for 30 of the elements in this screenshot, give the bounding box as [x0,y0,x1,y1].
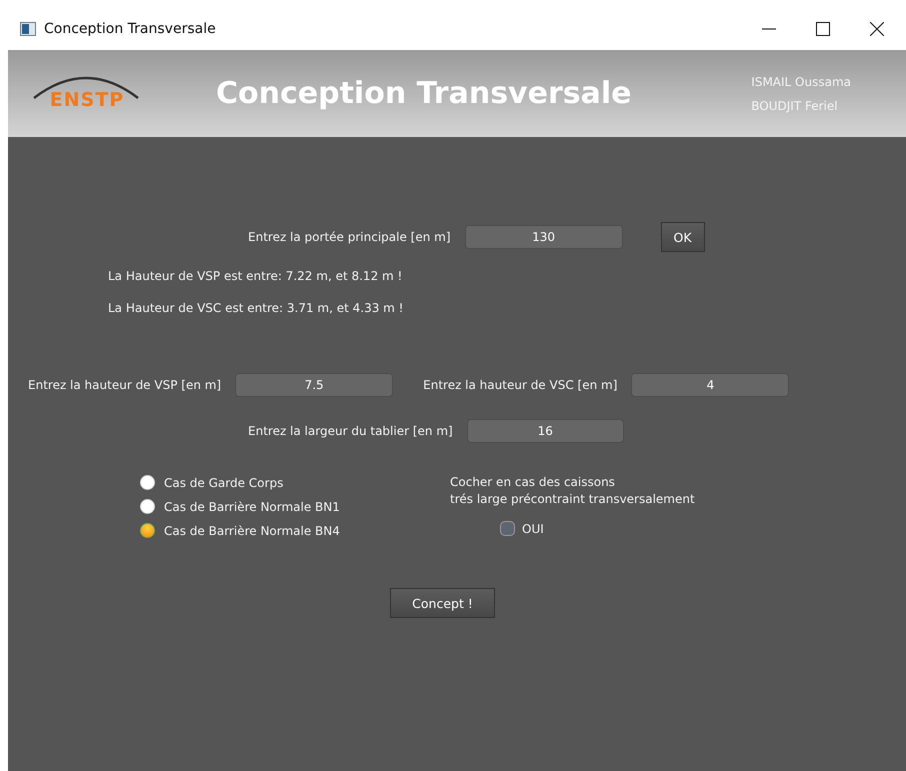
result-text: La Hauteur de VSP est entre: 7.22 m, et 8.12 m ! [108,269,402,283]
field-label: Entrez la largeur du tablier [en m] [248,424,453,438]
author-name: BOUDJIT Feriel [751,98,839,112]
app-heading: Conception Transversale [216,76,632,111]
checkbox-label: OUI [522,522,544,536]
logo-text: ENSTP [50,88,124,110]
radio-button[interactable] [140,499,155,514]
checkbox[interactable] [500,521,515,536]
radio-label: Cas de Barrière Normale BN1 [164,500,340,514]
input-field[interactable]: 4 [631,373,790,397]
input-field[interactable]: 130 [464,225,623,249]
app-icon [20,22,36,36]
concept-button[interactable]: Concept ! [390,588,495,618]
radio-label: Cas de Barrière Normale BN4 [164,524,340,538]
field-label: Entrez la hauteur de VSC [en m] [423,378,618,392]
result-text: La Hauteur de VSC est entre: 3.71 m, et 4.33 m ! [108,301,404,315]
window-title: Conception Transversale [44,21,216,37]
caisson-note: Cocher en cas des caissons [450,475,616,489]
ok-button[interactable]: OK [660,222,705,252]
author-name: ISMAIL Oussama [751,74,851,88]
radio-button[interactable] [140,475,155,490]
caisson-note: trés large précontraint transversalement [450,492,695,506]
radio-label: Cas de Garde Corps [164,476,284,490]
maximize-icon[interactable] [816,22,830,36]
field-label: Entrez la hauteur de VSP [en m] [28,378,222,392]
radio-button[interactable] [140,523,155,538]
close-icon[interactable] [870,22,884,36]
input-field[interactable]: 7.5 [235,373,394,397]
field-label: Entrez la portée principale [en m] [248,230,451,244]
input-field[interactable]: 16 [466,419,624,443]
